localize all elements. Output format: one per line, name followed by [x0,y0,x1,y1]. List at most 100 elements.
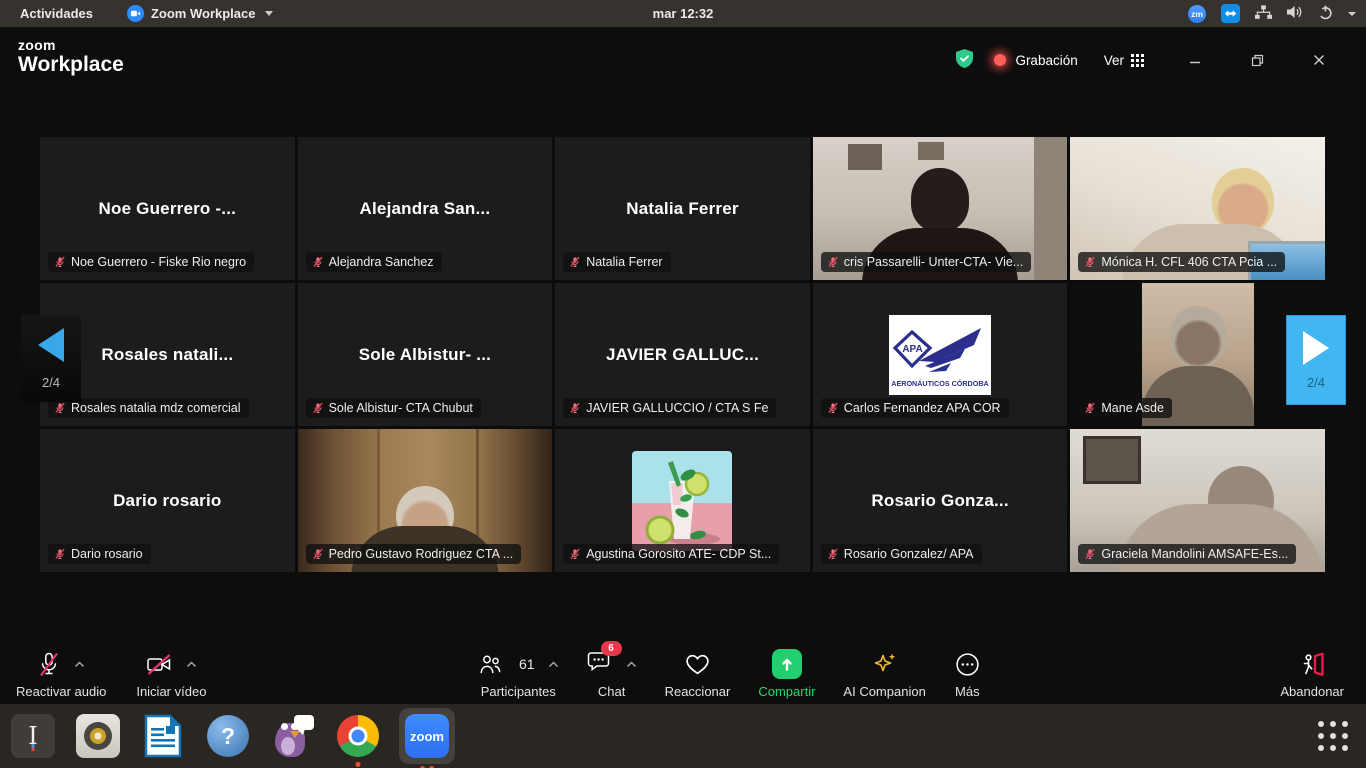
share-icon [772,649,802,679]
chat-button[interactable]: 6 Chat [587,648,637,699]
participant-label: Alejandra Sanchez [329,255,434,269]
page-indicator: 2/4 [1307,375,1325,390]
logo-zoom-text: zoom [18,38,124,52]
participant-label: Mane Asde [1101,401,1164,415]
dock-item-help[interactable]: ? [204,712,252,760]
clock[interactable]: mar 12:32 [653,6,714,21]
participant-tile-2[interactable]: Natalia FerrerNatalia Ferrer [555,137,810,280]
participant-tile-7[interactable]: JAVIER GALLUC...JAVIER GALLUCCIO / CTA S… [555,283,810,426]
leave-meeting-button[interactable]: Abandonar [1280,648,1344,699]
pidgin-icon [272,715,314,757]
muted-mic-icon [54,401,66,415]
chevron-up-icon[interactable] [186,661,197,668]
participant-label: Carlos Fernandez APA COR [844,401,1001,415]
start-video-button[interactable]: Iniciar vídeo [136,648,206,699]
logo-workplace-text: Workplace [18,54,124,75]
zoom-tray-icon[interactable]: zm [1188,5,1206,23]
muted-mic-icon [827,547,839,561]
participant-tile-10[interactable]: Dario rosarioDario rosario [40,429,295,572]
muted-mic-icon [37,651,61,678]
restore-window-button[interactable] [1246,49,1268,71]
speaker-icon [76,714,120,758]
muted-mic-icon [569,547,581,561]
page-indicator: 2/4 [42,375,60,390]
zoom-app-icon [127,5,144,22]
recording-indicator[interactable]: Grabación [994,53,1077,68]
dock-item-pidgin[interactable] [269,712,317,760]
svg-text:APA: APA [902,344,922,355]
participants-icon [478,653,502,676]
app-menu-button[interactable]: Zoom Workplace [127,5,273,22]
recording-label: Grabación [1015,53,1077,68]
encryption-shield-icon[interactable] [955,48,974,72]
next-page-button[interactable]: 2/4 [1286,315,1346,405]
dock-item-zoom[interactable]: zoom [399,708,455,764]
participant-name-chip: cris Passarelli- Unter-CTA- Vie... [821,252,1031,272]
text-editor-icon: I [11,714,55,758]
volume-icon[interactable] [1287,5,1303,22]
participant-name-chip: Sole Albistur- CTA Chubut [306,398,481,418]
participant-label: Graciela Mandolini AMSAFE-Es... [1101,547,1288,561]
apa-logo: APAAERONÁUTICOS CÓRDOBA [889,315,991,395]
network-icon[interactable] [1255,5,1272,23]
participant-tile-4[interactable]: Mónica H. CFL 406 CTA Pcia ... [1070,137,1325,280]
participant-tile-12[interactable]: Agustina Gorosito ATE- CDP St... [555,429,810,572]
gnome-top-bar: Actividades Zoom Workplace mar 12:32 zm [0,0,1366,27]
chevron-up-icon[interactable] [74,661,85,668]
teamviewer-tray-icon[interactable] [1221,4,1240,23]
participant-label: Rosales natalia mdz comercial [71,401,241,415]
muted-mic-icon [54,255,66,269]
unmute-button[interactable]: Reactivar audio [16,648,106,699]
muted-mic-icon [54,547,66,561]
muted-mic-icon [1084,547,1096,561]
participant-name-chip: Graciela Mandolini AMSAFE-Es... [1078,544,1296,564]
participants-button[interactable]: 61 Participantes [478,648,559,699]
participant-tile-1[interactable]: Alejandra San...Alejandra Sanchez [298,137,553,280]
muted-mic-icon [312,401,324,415]
participant-label: Mónica H. CFL 406 CTA Pcia ... [1101,255,1277,269]
participant-name-chip: Carlos Fernandez APA COR [821,398,1009,418]
participant-label: JAVIER GALLUCCIO / CTA S Fe [586,401,768,415]
chevron-down-icon [265,11,273,16]
participant-tile-6[interactable]: Sole Albistur- ...Sole Albistur- CTA Chu… [298,283,553,426]
participant-tile-14[interactable]: Graciela Mandolini AMSAFE-Es... [1070,429,1325,572]
view-button[interactable]: Ver [1104,53,1144,68]
dock-item-text-editor[interactable]: I [9,712,57,760]
chat-unread-badge: 6 [601,641,622,656]
participant-name-chip: Pedro Gustavo Rodriguez CTA ... [306,544,522,564]
chevron-up-icon[interactable] [626,661,637,668]
chevron-down-icon[interactable] [1348,12,1356,16]
power-icon[interactable] [1318,5,1333,23]
video-grid: Noe Guerrero -...Noe Guerrero - Fiske Ri… [40,137,1325,572]
participant-tile-3[interactable]: cris Passarelli- Unter-CTA- Vie... [813,137,1068,280]
previous-page-button[interactable]: 2/4 [21,315,81,402]
dock: I ? zoom [0,704,1366,768]
chevron-up-icon[interactable] [548,661,559,668]
meeting-toolbar: Reactivar audio Iniciar vídeo 61 Partici… [0,638,1366,704]
participants-count: 61 [519,656,535,672]
mojito-avatar [632,451,732,551]
participant-tile-8[interactable]: APAAERONÁUTICOS CÓRDOBA Carlos Fernandez … [813,283,1068,426]
camera-off-icon [145,652,173,677]
more-button[interactable]: Más [954,648,981,699]
participant-name-chip: JAVIER GALLUCCIO / CTA S Fe [563,398,776,418]
minimize-button[interactable] [1184,49,1206,71]
participant-name-chip: Alejandra Sanchez [306,252,442,272]
participant-tile-13[interactable]: Rosario Gonza...Rosario Gonzalez/ APA [813,429,1068,572]
muted-mic-icon [569,255,581,269]
participant-label: cris Passarelli- Unter-CTA- Vie... [844,255,1023,269]
dock-item-audio-player[interactable] [74,712,122,760]
chrome-icon [337,715,379,757]
share-screen-button[interactable]: Compartir [758,648,815,699]
close-button[interactable] [1308,49,1330,71]
activities-button[interactable]: Actividades [12,6,101,21]
app-grid-icon[interactable] [1315,718,1351,754]
ai-companion-button[interactable]: AI Companion [843,648,925,699]
arrow-right-icon [1303,331,1329,365]
participant-tile-0[interactable]: Noe Guerrero -...Noe Guerrero - Fiske Ri… [40,137,295,280]
participant-tile-11[interactable]: Pedro Gustavo Rodriguez CTA ... [298,429,553,572]
arrow-left-icon [38,328,64,362]
dock-item-libreoffice-writer[interactable] [139,712,187,760]
react-button[interactable]: Reaccionar [665,648,731,699]
dock-item-chrome[interactable] [334,712,382,760]
